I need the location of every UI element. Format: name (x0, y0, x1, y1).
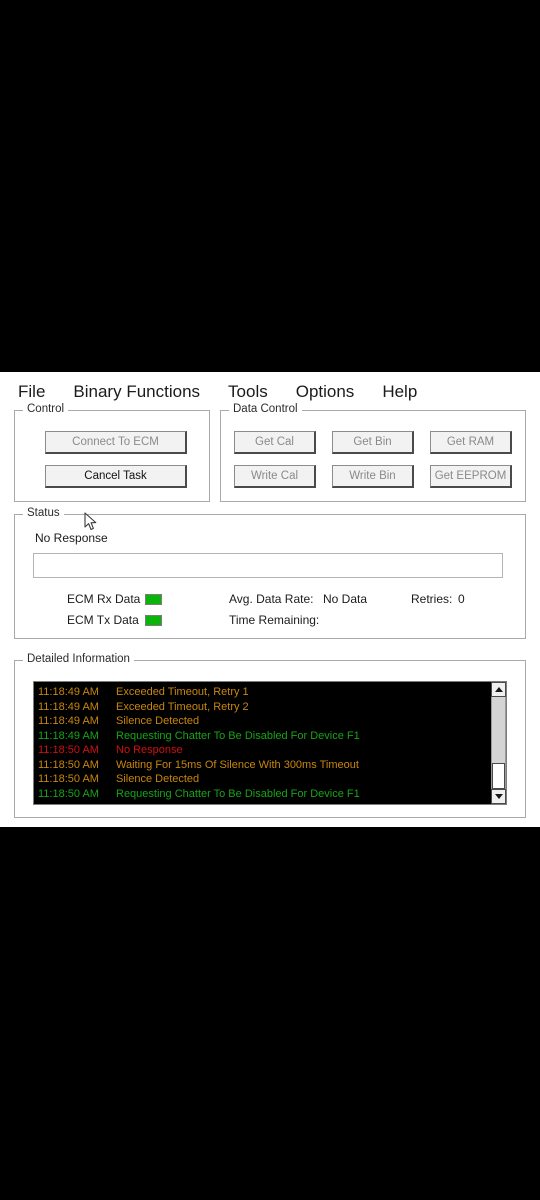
log-line: 11:18:49 AM Requesting Chatter To Be Disa… (38, 729, 490, 744)
log-line-message: No Response (116, 744, 183, 756)
log-line: 11:18:50 AM Waiting For 15ms Of Silence W… (38, 758, 490, 773)
log-input-caret-line (38, 801, 490, 804)
time-remaining-label: Time Remaining: (229, 613, 320, 627)
menu-item-options[interactable]: Options (296, 382, 355, 402)
log-line-message: Waiting For 15ms Of Silence With 300ms T… (116, 758, 359, 771)
avg-data-rate-value: No Data (323, 592, 368, 606)
log-line: 11:18:49 AM Exceeded Timeout, Retry 1 (38, 685, 490, 700)
retries-label: Retries: (411, 592, 453, 606)
data-control-group-label: Data Control (229, 403, 302, 415)
log-line-message: Exceeded Timeout, Retry 2 (116, 700, 249, 713)
get-bin-button[interactable]: Get Bin (332, 431, 414, 454)
ecm-tx-data-label: ECM Tx Data (67, 613, 139, 627)
log-line-time: 11:18:49 AM (38, 700, 99, 713)
status-group-label: Status (23, 507, 64, 519)
log-line-list: 11:18:49 AM Exceeded Timeout, Retry 1 11:1… (34, 682, 490, 804)
status-message: No Response (35, 531, 108, 545)
menu-item-file[interactable]: File (18, 382, 45, 402)
log-line: 11:18:50 AM No Response (38, 743, 490, 758)
control-group: Control Connect To ECM Cancel Task (14, 403, 210, 502)
log-line-message: Requesting Chatter To Be Disabled For De… (116, 787, 360, 800)
get-eeprom-button[interactable]: Get EEPROM (430, 465, 512, 488)
get-ram-button[interactable]: Get RAM (430, 431, 512, 454)
log-line: 11:18:50 AM Silence Detected (38, 772, 490, 787)
cancel-task-button[interactable]: Cancel Task (45, 465, 187, 488)
scrollbar-thumb[interactable] (492, 763, 505, 789)
detailed-information-group: Detailed Information 11:18:49 AM Exceeded… (14, 653, 526, 818)
log-line-time: 11:18:50 AM (38, 744, 99, 756)
application-window: File Binary Functions Tools Options Help… (0, 372, 540, 827)
log-line: 11:18:49 AM Exceeded Timeout, Retry 2 (38, 700, 490, 715)
detailed-information-group-label: Detailed Information (23, 653, 134, 665)
log-line-time: 11:18:49 AM (38, 686, 99, 698)
menu-bar: File Binary Functions Tools Options Help (0, 378, 540, 406)
ecm-rx-led-icon (145, 594, 162, 605)
chevron-down-icon (494, 794, 503, 799)
scroll-down-button[interactable] (491, 789, 506, 804)
log-line: 11:18:50 AM Requesting Chatter To Be Disa… (38, 787, 490, 802)
menu-item-help[interactable]: Help (382, 382, 417, 402)
status-group: Status No Response ECM Rx Data ECM Tx Da… (14, 507, 526, 639)
log-line-message: Silence Detected (116, 715, 200, 727)
chevron-up-icon (494, 687, 503, 692)
log-line-time: 11:18:50 AM (38, 758, 99, 771)
menu-item-binary-functions[interactable]: Binary Functions (73, 382, 200, 402)
log-console[interactable]: 11:18:49 AM Exceeded Timeout, Retry 1 11:1… (33, 681, 507, 805)
log-line-message: Requesting Chatter To Be Disabled For De… (116, 729, 360, 742)
control-group-label: Control (23, 403, 69, 415)
avg-data-rate-label: Avg. Data Rate: (229, 592, 314, 606)
menu-item-tools[interactable]: Tools (228, 382, 268, 402)
scrollbar-track[interactable] (491, 697, 506, 789)
log-line-time: 11:18:49 AM (38, 729, 99, 742)
ecm-tx-led-icon (145, 615, 162, 626)
log-line-time: 11:18:50 AM (38, 787, 99, 800)
log-line-time: 11:18:50 AM (38, 773, 99, 785)
log-line-message: Silence Detected (116, 773, 200, 785)
scroll-up-button[interactable] (491, 682, 506, 697)
progress-bar (33, 553, 503, 578)
ecm-rx-data-label: ECM Rx Data (67, 592, 141, 606)
write-bin-button[interactable]: Write Bin (332, 465, 414, 488)
retries-value: 0 (458, 592, 465, 606)
get-cal-button[interactable]: Get Cal (234, 431, 316, 454)
write-cal-button[interactable]: Write Cal (234, 465, 316, 488)
log-line-time: 11:18:49 AM (38, 715, 99, 727)
data-control-group: Data Control Get Cal Get Bin Get RAM Wri… (220, 403, 526, 502)
connect-to-ecm-button[interactable]: Connect To ECM (45, 431, 187, 454)
log-scrollbar[interactable] (490, 682, 506, 804)
log-line: 11:18:49 AM Silence Detected (38, 714, 490, 729)
log-line-message: Exceeded Timeout, Retry 1 (116, 686, 249, 698)
